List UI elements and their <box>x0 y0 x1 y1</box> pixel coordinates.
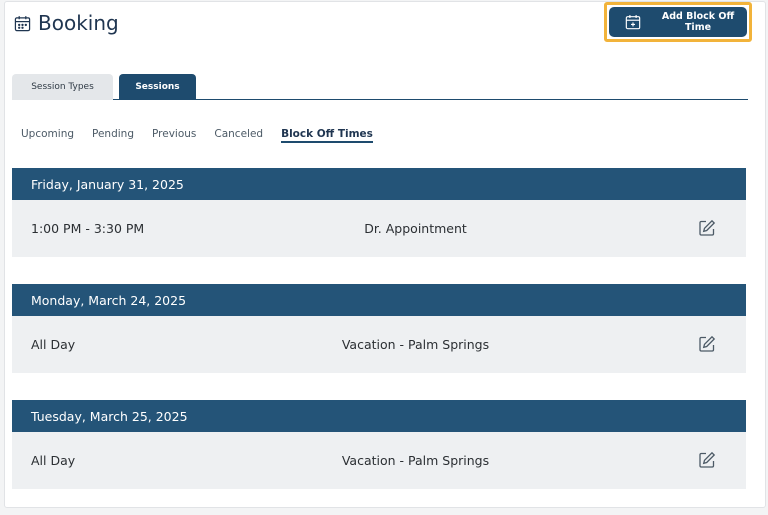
date-group: Friday, January 31, 2025 1:00 PM - 3:30 … <box>12 168 746 257</box>
edit-icon[interactable] <box>698 335 716 353</box>
block-off-description: Dr. Appointment <box>364 221 467 236</box>
calendar-add-icon <box>625 15 641 30</box>
date-group: Tuesday, March 25, 2025 All Day Vacation… <box>12 400 746 489</box>
date-header: Friday, January 31, 2025 <box>12 168 746 200</box>
add-block-off-time-button[interactable]: Add Block Off Time <box>609 7 747 37</box>
filter-previous[interactable]: Previous <box>152 128 196 143</box>
date-group: Monday, March 24, 2025 All Day Vacation … <box>12 284 746 373</box>
add-block-off-time-label: Add Block Off Time <box>661 11 735 33</box>
tab-session-types[interactable]: Session Types <box>12 74 113 100</box>
edit-icon[interactable] <box>698 219 716 237</box>
edit-icon[interactable] <box>698 451 716 469</box>
filter-upcoming[interactable]: Upcoming <box>21 128 74 143</box>
block-off-row: All Day Vacation - Palm Springs <box>12 316 746 373</box>
block-off-time: All Day <box>31 337 76 352</box>
block-off-row: 1:00 PM - 3:30 PM Dr. Appointment <box>12 200 746 257</box>
tab-bar: Session Types Sessions <box>12 74 748 100</box>
page-header: Booking <box>14 11 119 35</box>
block-off-description: Vacation - Palm Springs <box>341 337 490 352</box>
filter-block-off-times[interactable]: Block Off Times <box>281 128 373 143</box>
block-off-time: 1:00 PM - 3:30 PM <box>31 221 145 236</box>
block-off-time: All Day <box>31 453 76 468</box>
date-header: Tuesday, March 25, 2025 <box>12 400 746 432</box>
filter-canceled[interactable]: Canceled <box>214 128 263 143</box>
date-header: Monday, March 24, 2025 <box>12 284 746 316</box>
calendar-icon <box>14 15 31 31</box>
tab-sessions[interactable]: Sessions <box>119 74 196 100</box>
page-title: Booking <box>38 11 119 35</box>
block-off-row: All Day Vacation - Palm Springs <box>12 432 746 489</box>
session-filter-nav: Upcoming Pending Previous Canceled Block… <box>21 128 391 143</box>
block-off-description: Vacation - Palm Springs <box>341 453 490 468</box>
filter-pending[interactable]: Pending <box>92 128 134 143</box>
